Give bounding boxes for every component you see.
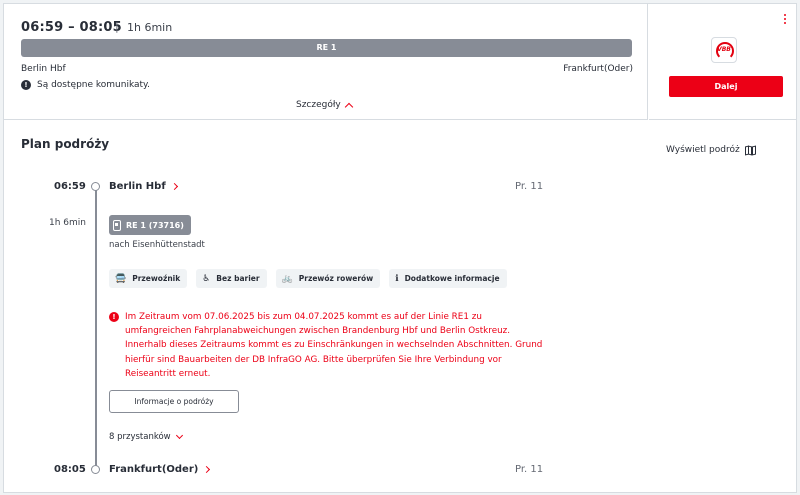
chip-label: Przewoźnik: [132, 274, 181, 283]
arrival-stop-dot: [91, 465, 100, 474]
chevron-up-icon: [344, 102, 353, 111]
chevron-down-icon: [175, 431, 183, 440]
stops-toggle[interactable]: 8 przystanków: [109, 431, 183, 442]
notice-message: ! Są dostępne komunikaty.: [21, 80, 150, 90]
line-bar: RE 1: [21, 39, 632, 57]
warning-text: Im Zeitraum vom 07.06.2025 bis zum 04.07…: [125, 312, 543, 379]
destination-station: Frankfurt(Oder): [563, 64, 633, 74]
show-journey-label: Wyświetl podróż: [666, 145, 740, 155]
departure-platform: Pr. 11: [515, 181, 544, 192]
connection-times: 06:59 – 08:05: [21, 20, 122, 35]
chevron-right-icon: [203, 465, 211, 474]
chip-additional-info[interactable]: ℹ Dodatkowe informacje: [389, 269, 507, 288]
journey-detail-panel: 06:59 – 08:05 | 1h 6min RE 1 Berlin Hbf …: [3, 3, 797, 493]
arrival-time: 08:05: [54, 464, 86, 475]
connection-summary: 06:59 – 08:05 | 1h 6min RE 1 Berlin Hbf …: [4, 4, 648, 120]
route-timeline: [95, 190, 97, 472]
map-icon: [744, 144, 756, 156]
offer-side-panel: VBB Dalej: [649, 4, 796, 120]
bicycle-icon: 🚲: [281, 273, 293, 284]
chip-label: Przewóz rowerów: [298, 274, 374, 283]
stops-label: 8 przystanków: [109, 432, 171, 442]
logo-text: VBB: [717, 46, 731, 53]
segment-attributes: 🚍 Przewoźnik ♿ Bez barier 🚲 Przewóz rowe…: [109, 269, 507, 288]
more-options-icon[interactable]: [784, 14, 787, 24]
departure-time: 06:59: [54, 181, 86, 192]
alert-icon: !: [109, 312, 119, 322]
notice-text: Są dostępne komunikaty.: [37, 80, 150, 90]
details-label: Szczegóły: [296, 100, 341, 110]
alert-icon: !: [21, 80, 31, 90]
bus-icon: 🚍: [115, 273, 127, 284]
arrival-platform: Pr. 11: [515, 464, 544, 475]
journey-info-button[interactable]: Informacje o podróży: [109, 390, 239, 413]
show-journey-link[interactable]: Wyświetl podróż: [666, 144, 756, 156]
next-button[interactable]: Dalej: [669, 76, 783, 97]
arrival-station-link[interactable]: Frankfurt(Oder): [109, 464, 211, 475]
chip-accessibility[interactable]: ♿ Bez barier: [196, 269, 267, 288]
departure-stop-dot: [91, 182, 100, 191]
chip-label: Dodatkowe informacje: [404, 274, 500, 283]
origin-station: Berlin Hbf: [21, 64, 66, 74]
chip-operator[interactable]: 🚍 Przewoźnik: [109, 269, 188, 288]
accessibility-icon: ♿: [202, 273, 211, 284]
details-toggle[interactable]: Szczegóły: [296, 100, 353, 111]
disruption-warning: ! Im Zeitraum vom 07.06.2025 bis zum 04.…: [109, 310, 549, 381]
arrival-station-name: Frankfurt(Oder): [109, 464, 199, 475]
segment-duration: 1h 6min: [49, 218, 86, 228]
chip-label: Bez barier: [216, 274, 260, 283]
operator-logo: VBB: [711, 37, 737, 63]
chip-bicycle[interactable]: 🚲 Przewóz rowerów: [275, 269, 381, 288]
chevron-right-icon: [170, 182, 178, 191]
info-icon: ℹ: [395, 273, 399, 284]
page-title: Plan podróży: [21, 137, 110, 151]
departure-station-link[interactable]: Berlin Hbf: [109, 181, 178, 192]
separator: |: [115, 20, 119, 33]
train-name: RE 1 (73716): [126, 220, 184, 230]
departure-station-name: Berlin Hbf: [109, 181, 166, 192]
connection-duration: 1h 6min: [127, 21, 173, 34]
train-direction: nach Eisenhüttenstadt: [109, 240, 205, 250]
train-icon: [113, 219, 121, 231]
train-badge[interactable]: RE 1 (73716): [109, 215, 191, 235]
